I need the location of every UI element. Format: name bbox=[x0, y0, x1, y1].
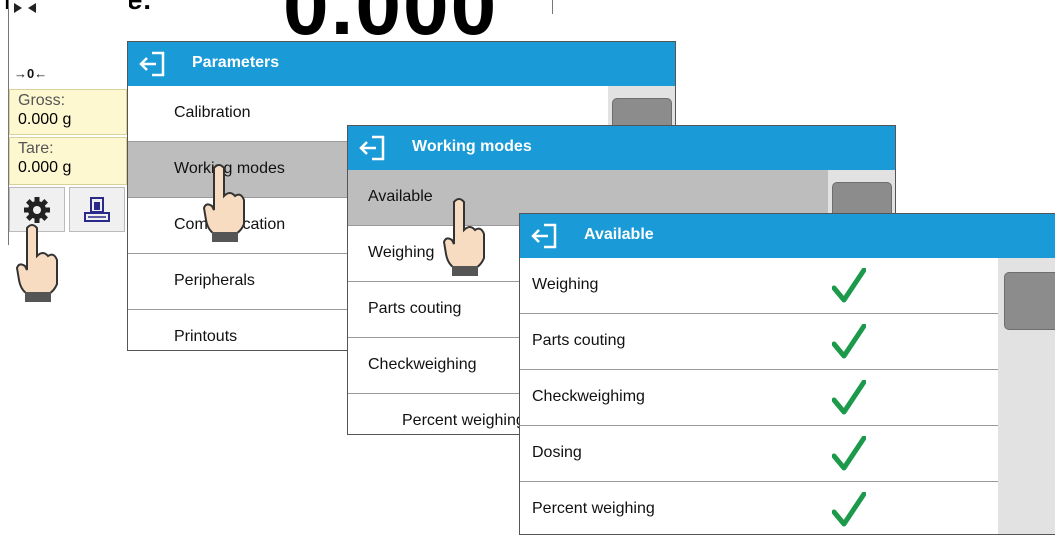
working-modes-header: Working modes bbox=[348, 126, 895, 170]
gear-icon bbox=[24, 196, 50, 223]
available-header: Available bbox=[520, 214, 1055, 258]
checkmark-icon bbox=[832, 492, 866, 527]
tare-value: 0.000 g bbox=[18, 159, 72, 176]
zero-indicator: →0← bbox=[14, 66, 48, 81]
available-scrollbar[interactable] bbox=[998, 258, 1055, 534]
gross-label: Gross: bbox=[18, 92, 66, 109]
back-icon[interactable] bbox=[138, 51, 166, 77]
available-item-percent-weighing[interactable]: Percent weighing bbox=[520, 482, 998, 534]
available-title: Available bbox=[584, 226, 654, 243]
available-item-dosing[interactable]: Dosing bbox=[520, 426, 998, 482]
available-item-checkweighimg[interactable]: Checkweighimg bbox=[520, 370, 998, 426]
weighing-mode-icon bbox=[84, 196, 110, 222]
scroll-thumb[interactable] bbox=[1004, 272, 1055, 330]
checkmark-icon bbox=[832, 324, 866, 359]
stability-icon bbox=[14, 3, 36, 13]
back-icon[interactable] bbox=[530, 223, 558, 249]
list-item-label: Percent weighing bbox=[532, 500, 655, 517]
parameters-title: Parameters bbox=[192, 54, 280, 71]
weighing-mode-button[interactable] bbox=[69, 187, 125, 232]
list-item-label: Peripherals bbox=[174, 272, 255, 289]
list-item-label: Weighing bbox=[532, 276, 599, 293]
pointing-hand-icon bbox=[15, 224, 58, 302]
list-item-label: Percent weighing bbox=[402, 412, 525, 429]
list-item-label: Dosing bbox=[532, 444, 582, 461]
tare-label: Tare: bbox=[18, 140, 54, 157]
list-item-label: Checkweighing bbox=[368, 356, 477, 373]
pointing-hand-icon bbox=[442, 198, 485, 276]
tare-info-box: Tare: 0.000 g bbox=[9, 137, 127, 185]
back-icon[interactable] bbox=[358, 135, 386, 161]
pointing-hand-icon bbox=[202, 164, 245, 242]
list-item-label: Checkweighimg bbox=[532, 388, 645, 405]
working-modes-title: Working modes bbox=[412, 138, 532, 155]
gross-value: 0.000 g bbox=[18, 111, 72, 128]
list-item-label: Parts couting bbox=[532, 332, 626, 349]
display-divider bbox=[552, 0, 553, 14]
available-item-parts-couting[interactable]: Parts couting bbox=[520, 314, 998, 370]
checkmark-icon bbox=[832, 268, 866, 303]
available-item-weighing[interactable]: Weighing bbox=[520, 258, 998, 314]
list-item-label: Weighing bbox=[368, 244, 435, 261]
list-item-label: Available bbox=[368, 188, 433, 205]
list-item-label: Printouts bbox=[174, 328, 238, 345]
list-item-label: Calibration bbox=[174, 104, 251, 121]
available-dialog: Available Weighing Parts couting Checkwe… bbox=[519, 213, 1055, 535]
list-item-label: Parts couting bbox=[368, 300, 462, 317]
available-list: Weighing Parts couting Checkweighimg Dos… bbox=[520, 258, 1055, 534]
gross-info-box: Gross: 0.000 g bbox=[9, 89, 127, 135]
parameters-header: Parameters bbox=[128, 42, 675, 86]
checkmark-icon bbox=[832, 436, 866, 471]
checkmark-icon bbox=[832, 380, 866, 415]
